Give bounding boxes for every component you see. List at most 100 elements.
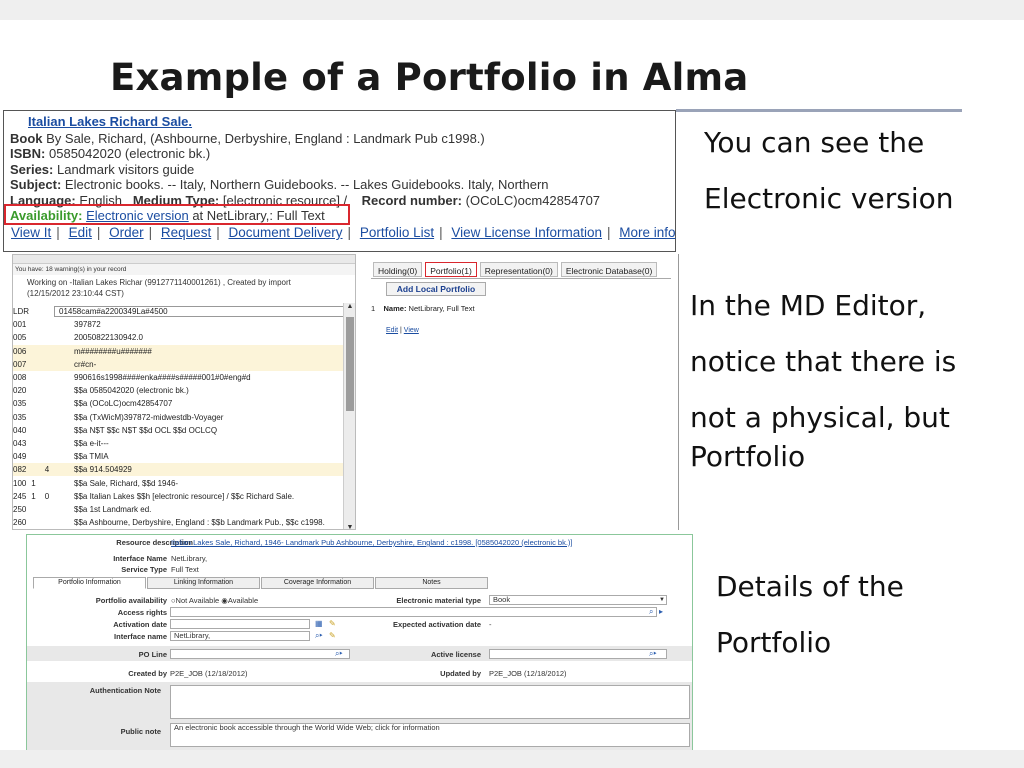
- tab-holding[interactable]: Holding(0): [373, 262, 423, 277]
- marc-field-value[interactable]: 397872: [54, 320, 344, 329]
- marc-field-row[interactable]: 250 $$a 1st Landmark ed.: [13, 503, 344, 516]
- interface-name-label: Interface Name: [113, 554, 167, 563]
- active-license-input[interactable]: [489, 649, 667, 659]
- arrow-right-icon[interactable]: ▸: [659, 607, 663, 616]
- tab-electronic-database[interactable]: Electronic Database(0): [560, 262, 658, 277]
- marc-field-value[interactable]: cr#cn-: [54, 360, 344, 369]
- material-type-select[interactable]: Book ▼: [489, 595, 667, 605]
- working-on-info: Working on -Italian Lakes Richar (991277…: [13, 275, 355, 301]
- marc-field-value[interactable]: $$a N$T $$c N$T $$d OCL $$d OCLCQ: [54, 426, 344, 435]
- note-notice: notice that there is: [690, 345, 957, 378]
- more-info-link[interactable]: More info: [619, 225, 675, 240]
- search-icon[interactable]: ⌕▸: [315, 631, 323, 641]
- marc-field-value[interactable]: $$a e-it---: [54, 439, 344, 448]
- eraser-icon[interactable]: ✎: [329, 631, 336, 640]
- marc-tag: 006: [13, 346, 27, 356]
- marc-field-row[interactable]: 001 397872: [13, 318, 344, 331]
- tab-coverage-information[interactable]: Coverage Information: [261, 577, 374, 589]
- expected-activation-value: -: [489, 620, 492, 629]
- calendar-icon[interactable]: ▦: [315, 619, 323, 628]
- marc-field-value[interactable]: $$a (TxWicM)397872-midwestdb-Voyager: [54, 413, 344, 422]
- scroll-thumb[interactable]: [346, 317, 354, 411]
- record-title-link[interactable]: Italian Lakes Richard Sale.: [10, 114, 669, 130]
- working-on-text: Working on -Italian Lakes Richar (991277…: [27, 278, 291, 287]
- marc-tag: 250: [13, 504, 27, 514]
- activation-date-input[interactable]: [170, 619, 310, 629]
- marc-field-value[interactable]: 990616s1998####enka####s#####001#0#eng#d: [54, 373, 344, 382]
- portfolio-tabs: Portfolio Information Linking Informatio…: [33, 577, 489, 589]
- resource-description-link[interactable]: Italian Lakes Sale, Richard, 1946- Landm…: [171, 538, 573, 547]
- portfolio-view-link[interactable]: View: [404, 327, 419, 334]
- marc-field-row[interactable]: 005 20050822130942.0: [13, 331, 344, 344]
- marc-tag: 035: [13, 399, 27, 409]
- marc-tag: 082: [13, 465, 27, 475]
- marc-field-row[interactable]: 006 m########u#######: [13, 344, 344, 358]
- tab-linking-information[interactable]: Linking Information: [147, 577, 260, 589]
- view-it-link[interactable]: View It: [11, 225, 51, 240]
- marc-field-value[interactable]: $$a Sale, Richard, $$d 1946-: [54, 479, 344, 488]
- request-link[interactable]: Request: [161, 225, 211, 240]
- marc-field-value[interactable]: m########u#######: [54, 347, 344, 356]
- eraser-icon[interactable]: ✎: [329, 619, 336, 628]
- marc-field-value[interactable]: $$a (OCoLC)ocm42854707: [54, 399, 344, 408]
- search-icon[interactable]: ⌕▸: [335, 649, 343, 659]
- marc-field-row[interactable]: LDR 01458cam#a2200349La#4500: [13, 305, 344, 318]
- marc-field-row[interactable]: 245 1 0 $$a Italian Lakes $$h [electronic r…: [13, 490, 344, 503]
- portfolio-edit-link[interactable]: Edit: [386, 327, 398, 334]
- public-note-input[interactable]: An electronic book accessible through th…: [170, 723, 690, 747]
- tab-portfolio[interactable]: Portfolio(1): [425, 262, 477, 277]
- search-icon[interactable]: ⌕▸: [649, 649, 657, 659]
- interface-label: Interface name: [114, 632, 167, 641]
- marc-field-value[interactable]: $$a 0585042020 (electronic bk.): [54, 386, 344, 395]
- marc-field-value[interactable]: $$a 1st Landmark ed.: [54, 505, 344, 514]
- search-icon[interactable]: ⌕: [649, 607, 653, 617]
- marc-tag: 245: [13, 491, 27, 501]
- marc-field-row[interactable]: 035 $$a (OCoLC)ocm42854707: [13, 397, 344, 410]
- marc-field-value[interactable]: $$a 914.504929: [54, 465, 344, 474]
- subject-value: Electronic books. -- Italy, Northern Gui…: [61, 177, 549, 192]
- access-rights-input[interactable]: [170, 607, 657, 617]
- md-scrollbar[interactable]: ▲ ▼: [343, 303, 355, 529]
- document-delivery-link[interactable]: Document Delivery: [228, 225, 342, 240]
- add-local-portfolio-button[interactable]: Add Local Portfolio: [386, 282, 486, 296]
- tab-notes[interactable]: Notes: [375, 577, 488, 589]
- marc-field-row[interactable]: 007 cr#cn-: [13, 357, 344, 371]
- auth-note-input[interactable]: [170, 685, 690, 719]
- po-line-input[interactable]: [170, 649, 350, 659]
- marc-field-row[interactable]: 040 $$a N$T $$c N$T $$d OCL $$d OCLCQ: [13, 424, 344, 437]
- order-link[interactable]: Order: [109, 225, 144, 240]
- note-details-portfolio: Portfolio: [716, 626, 832, 659]
- marc-field-value[interactable]: $$a Ashbourne, Derbyshire, England : $$b…: [54, 518, 344, 527]
- marc-tag: 040: [13, 425, 27, 435]
- marc-field-row[interactable]: 020 $$a 0585042020 (electronic bk.): [13, 384, 344, 397]
- marc-tag: 100: [13, 478, 27, 488]
- portfolio-list-link[interactable]: Portfolio List: [360, 225, 434, 240]
- holdings-panel: Holding(0) Portfolio(1) Representation(0…: [363, 254, 679, 530]
- marc-field-row[interactable]: 049 $$a TMIA: [13, 450, 344, 463]
- tab-divider: [371, 278, 671, 279]
- tab-representation[interactable]: Representation(0): [479, 262, 558, 277]
- scroll-up-icon[interactable]: ▲: [344, 303, 355, 310]
- isbn-label: ISBN:: [10, 146, 46, 161]
- marc-field-row[interactable]: 008 990616s1998####enka####s#####001#0#en…: [13, 371, 344, 384]
- marc-field-row[interactable]: 082 4 $$a 914.504929: [13, 463, 344, 477]
- marc-field-value[interactable]: 20050822130942.0: [54, 333, 344, 342]
- marc-fields: LDR 01458cam#a2200349La#4500 001 397872 005 2…: [13, 305, 344, 529]
- marc-field-row[interactable]: 100 1 $$a Sale, Richard, $$d 1946-: [13, 476, 344, 489]
- marc-field-value[interactable]: $$a Italian Lakes $$h [electronic resour…: [54, 492, 344, 501]
- marc-field-row[interactable]: 035 $$a (TxWicM)397872-midwestdb-Voyager: [13, 411, 344, 424]
- marc-indicator-2: 0: [44, 491, 50, 501]
- interface-input[interactable]: NetLibrary,: [170, 631, 310, 641]
- holdings-tabs: Holding(0) Portfolio(1) Representation(0…: [373, 262, 660, 277]
- edit-link[interactable]: Edit: [69, 225, 92, 240]
- view-license-link[interactable]: View License Information: [451, 225, 602, 240]
- marc-field-row[interactable]: 260 $$a Ashbourne, Derbyshire, England : …: [13, 516, 344, 529]
- note-electronic-version: Electronic version: [704, 182, 954, 215]
- scroll-down-icon[interactable]: ▼: [344, 524, 355, 529]
- marc-field-value[interactable]: $$a TMIA: [54, 452, 344, 461]
- marc-field-row[interactable]: 043 $$a e-it---: [13, 437, 344, 450]
- tab-portfolio-information[interactable]: Portfolio Information: [33, 577, 146, 589]
- marc-field-value[interactable]: 01458cam#a2200349La#4500: [54, 306, 344, 318]
- subject-label: Subject:: [10, 177, 62, 192]
- updated-by-value: P2E_JOB (12/18/2012): [489, 669, 567, 678]
